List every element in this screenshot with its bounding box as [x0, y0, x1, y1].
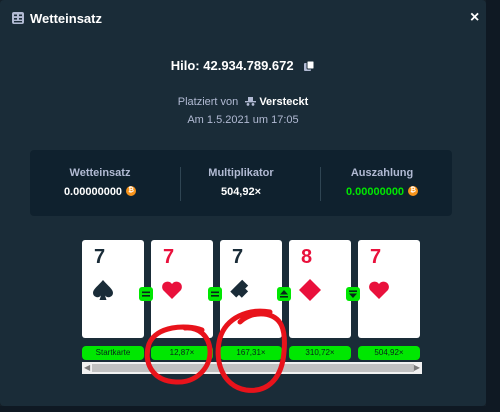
bet-slip-icon	[12, 12, 24, 24]
multiplier-pill: 310,72×	[289, 346, 351, 360]
stat-payout-label: Auszahlung	[350, 167, 414, 179]
btc-icon	[126, 186, 137, 196]
spade-icon	[93, 280, 113, 300]
card-rank: 8	[301, 246, 313, 268]
scrollbar-thumb[interactable]	[92, 364, 414, 372]
stat-multiplier-label: Multiplikator	[208, 167, 274, 179]
card-5: 7	[358, 240, 420, 338]
background-edge-bottom	[0, 406, 500, 412]
bet-details-modal: Wetteinsatz × Hilo: 42.934.789.672 Platz…	[0, 0, 486, 406]
card-rank: 7	[163, 246, 175, 268]
card-rank: 7	[94, 246, 106, 268]
card-rank: 7	[370, 246, 382, 268]
card-2: 7	[151, 240, 213, 338]
modal-header: Wetteinsatz ×	[0, 0, 486, 38]
card-3: 7	[220, 240, 282, 338]
equal-guess-icon	[208, 287, 222, 301]
card-4: 8	[289, 240, 351, 338]
placed-by-user[interactable]: Versteckt	[259, 96, 308, 108]
stat-wager-value: 0.00000000	[30, 186, 170, 198]
stat-payout-value: 0.00000000	[312, 186, 452, 198]
close-icon[interactable]: ×	[470, 10, 479, 26]
placed-by: Platziert von Versteckt	[0, 96, 486, 108]
bet-id-text: Hilo: 42.934.789.672	[170, 58, 294, 73]
bet-date: Am 1.5.2021 um 17:05	[187, 114, 299, 126]
background-edge-right	[486, 0, 500, 412]
card-1: 7	[82, 240, 144, 338]
multiplier-pill: 504,92×	[358, 346, 420, 360]
stat-wager-label: Wetteinsatz	[69, 167, 131, 179]
heart-icon	[369, 281, 389, 299]
bet-stats-panel: Wetteinsatz 0.00000000 Multiplikator 504…	[30, 150, 452, 216]
hidden-user-icon	[245, 97, 257, 106]
multiplier-pill: Startkarte	[82, 346, 144, 360]
btc-icon	[408, 186, 419, 196]
stat-multiplier-value: 504,92×	[220, 186, 262, 198]
diamond-icon	[299, 279, 321, 301]
card-rank: 7	[232, 246, 244, 268]
equal-guess-icon	[139, 287, 153, 301]
multiplier-pill: 167,31×	[220, 346, 282, 360]
placed-by-label: Platziert von	[177, 96, 239, 108]
stat-wager: Wetteinsatz 0.00000000	[30, 150, 170, 216]
higher-or-equal-icon	[277, 287, 291, 301]
scroll-right-icon[interactable]: ▶	[414, 363, 420, 373]
multiplier-pill: 12,87×	[151, 346, 213, 360]
stat-multiplier: Multiplikator 504,92×	[171, 150, 311, 216]
lower-or-equal-icon	[346, 287, 360, 301]
scroll-left-icon[interactable]: ◀	[84, 363, 90, 373]
copy-icon[interactable]	[303, 60, 315, 72]
bet-id: Hilo: 42.934.789.672	[0, 58, 486, 73]
modal-title: Wetteinsatz	[30, 11, 102, 26]
club-icon	[230, 279, 249, 298]
heart-icon	[162, 281, 182, 299]
stat-payout: Auszahlung 0.00000000	[312, 150, 452, 216]
horizontal-scrollbar[interactable]: ◀ ▶	[82, 362, 422, 374]
